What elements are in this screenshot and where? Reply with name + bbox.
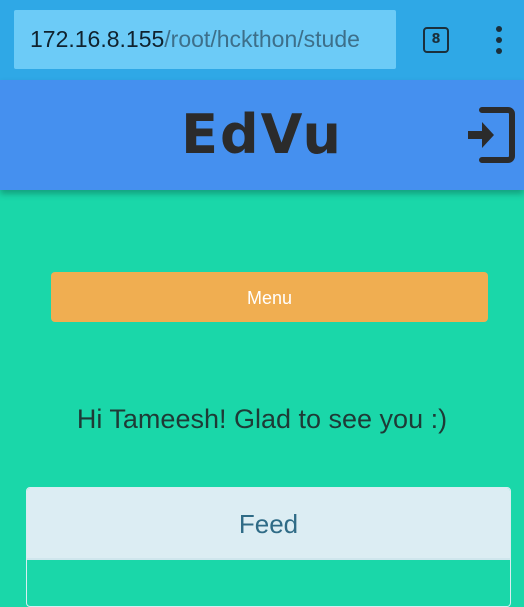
greeting-text: Hi Tameesh! Glad to see you :)	[76, 404, 448, 434]
login-icon[interactable]	[464, 104, 516, 166]
brand-logo: EdVu	[181, 103, 343, 166]
url-host: 172.16.8.155	[30, 26, 165, 52]
browser-toolbar: 172.16.8.155/root/hckthon/stude 8	[0, 0, 524, 80]
more-vert-icon[interactable]	[488, 22, 510, 58]
address-bar[interactable]: 172.16.8.155/root/hckthon/stude	[14, 10, 396, 69]
menu-button[interactable]: Menu	[51, 272, 488, 322]
app-header: EdVu	[0, 80, 524, 190]
url-path: /root/hckthon/stude	[164, 26, 360, 52]
feed-card: Feed	[26, 487, 511, 607]
tab-switcher-button[interactable]: 8	[423, 27, 449, 53]
feed-title: Feed	[27, 488, 510, 560]
